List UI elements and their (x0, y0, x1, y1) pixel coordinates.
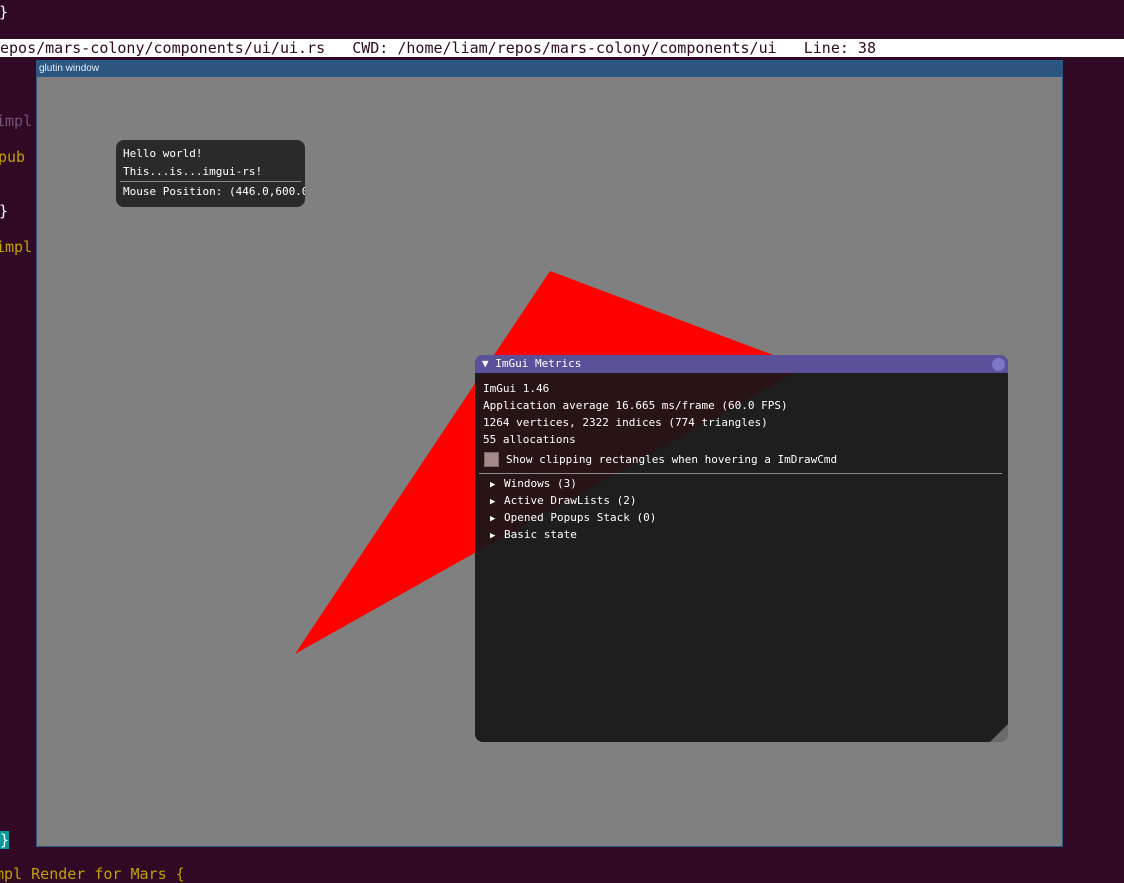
allocations-text: 55 allocations (483, 433, 576, 446)
cursor-brace: } (0, 831, 10, 849)
version-text: ImGui 1.46 (483, 382, 550, 395)
vim-status-line: epos/mars-colony/components/ui/ui.rs CWD… (0, 39, 1124, 57)
impl-fragment-1: impl (0, 112, 33, 130)
tree-node-active-drawlists[interactable]: ▶ Active DrawLists (2) (490, 494, 636, 509)
render-canvas[interactable]: Hello world! This...is...imgui-rs! Mouse… (37, 77, 1062, 846)
impl-fragment-2: impl (0, 238, 33, 256)
vertices-text: 1264 vertices, 2322 indices (774 triangl… (483, 416, 768, 429)
tree-arrow-icon: ▶ (490, 497, 496, 507)
hello-window[interactable]: Hello world! This...is...imgui-rs! Mouse… (116, 140, 305, 207)
tree-node-popups-stack[interactable]: ▶ Opened Popups Stack (0) (490, 511, 656, 526)
collapse-arrow-icon[interactable]: ▼ (482, 357, 489, 370)
tree-node-basic-state[interactable]: ▶ Basic state (490, 528, 577, 543)
glutin-titlebar[interactable]: glutin window (37, 61, 1062, 77)
tree-arrow-icon: ▶ (490, 514, 496, 524)
imgui-rs-text: This...is...imgui-rs! (123, 165, 263, 178)
hello-text: Hello world! (123, 147, 203, 160)
clip-rects-label[interactable]: Show clipping rectangles when hovering a… (506, 453, 837, 467)
brace-fragment-2: } (0, 202, 8, 220)
clip-rects-checkbox[interactable] (484, 452, 499, 467)
mouse-position-text: Mouse Position: (446.0,600.0) (123, 185, 305, 198)
glutin-window[interactable]: glutin window Hello world! This...is...i… (36, 60, 1063, 847)
metrics-titlebar[interactable]: ▼ ImGui Metrics (475, 355, 1008, 373)
close-button[interactable] (992, 358, 1005, 371)
separator (479, 473, 1002, 474)
tree-arrow-icon: ▶ (490, 531, 496, 541)
metrics-window[interactable]: ▼ ImGui Metrics ImGui 1.46 Application a… (475, 355, 1008, 742)
tree-arrow-icon: ▶ (490, 480, 496, 490)
pub-fragment: pub (0, 148, 26, 166)
editor-brace-top: } (0, 3, 8, 21)
glutin-window-title: glutin window (39, 63, 100, 74)
editor-bottom-line: impl Render for Mars { (0, 865, 185, 883)
tree-node-windows[interactable]: ▶ Windows (3) (490, 477, 577, 492)
separator (120, 181, 301, 182)
resize-grip[interactable] (990, 724, 1008, 742)
frame-stats-text: Application average 16.665 ms/frame (60.… (483, 399, 788, 412)
metrics-title: ▼ ImGui Metrics (482, 357, 581, 371)
metrics-title-text: ImGui Metrics (495, 357, 582, 370)
